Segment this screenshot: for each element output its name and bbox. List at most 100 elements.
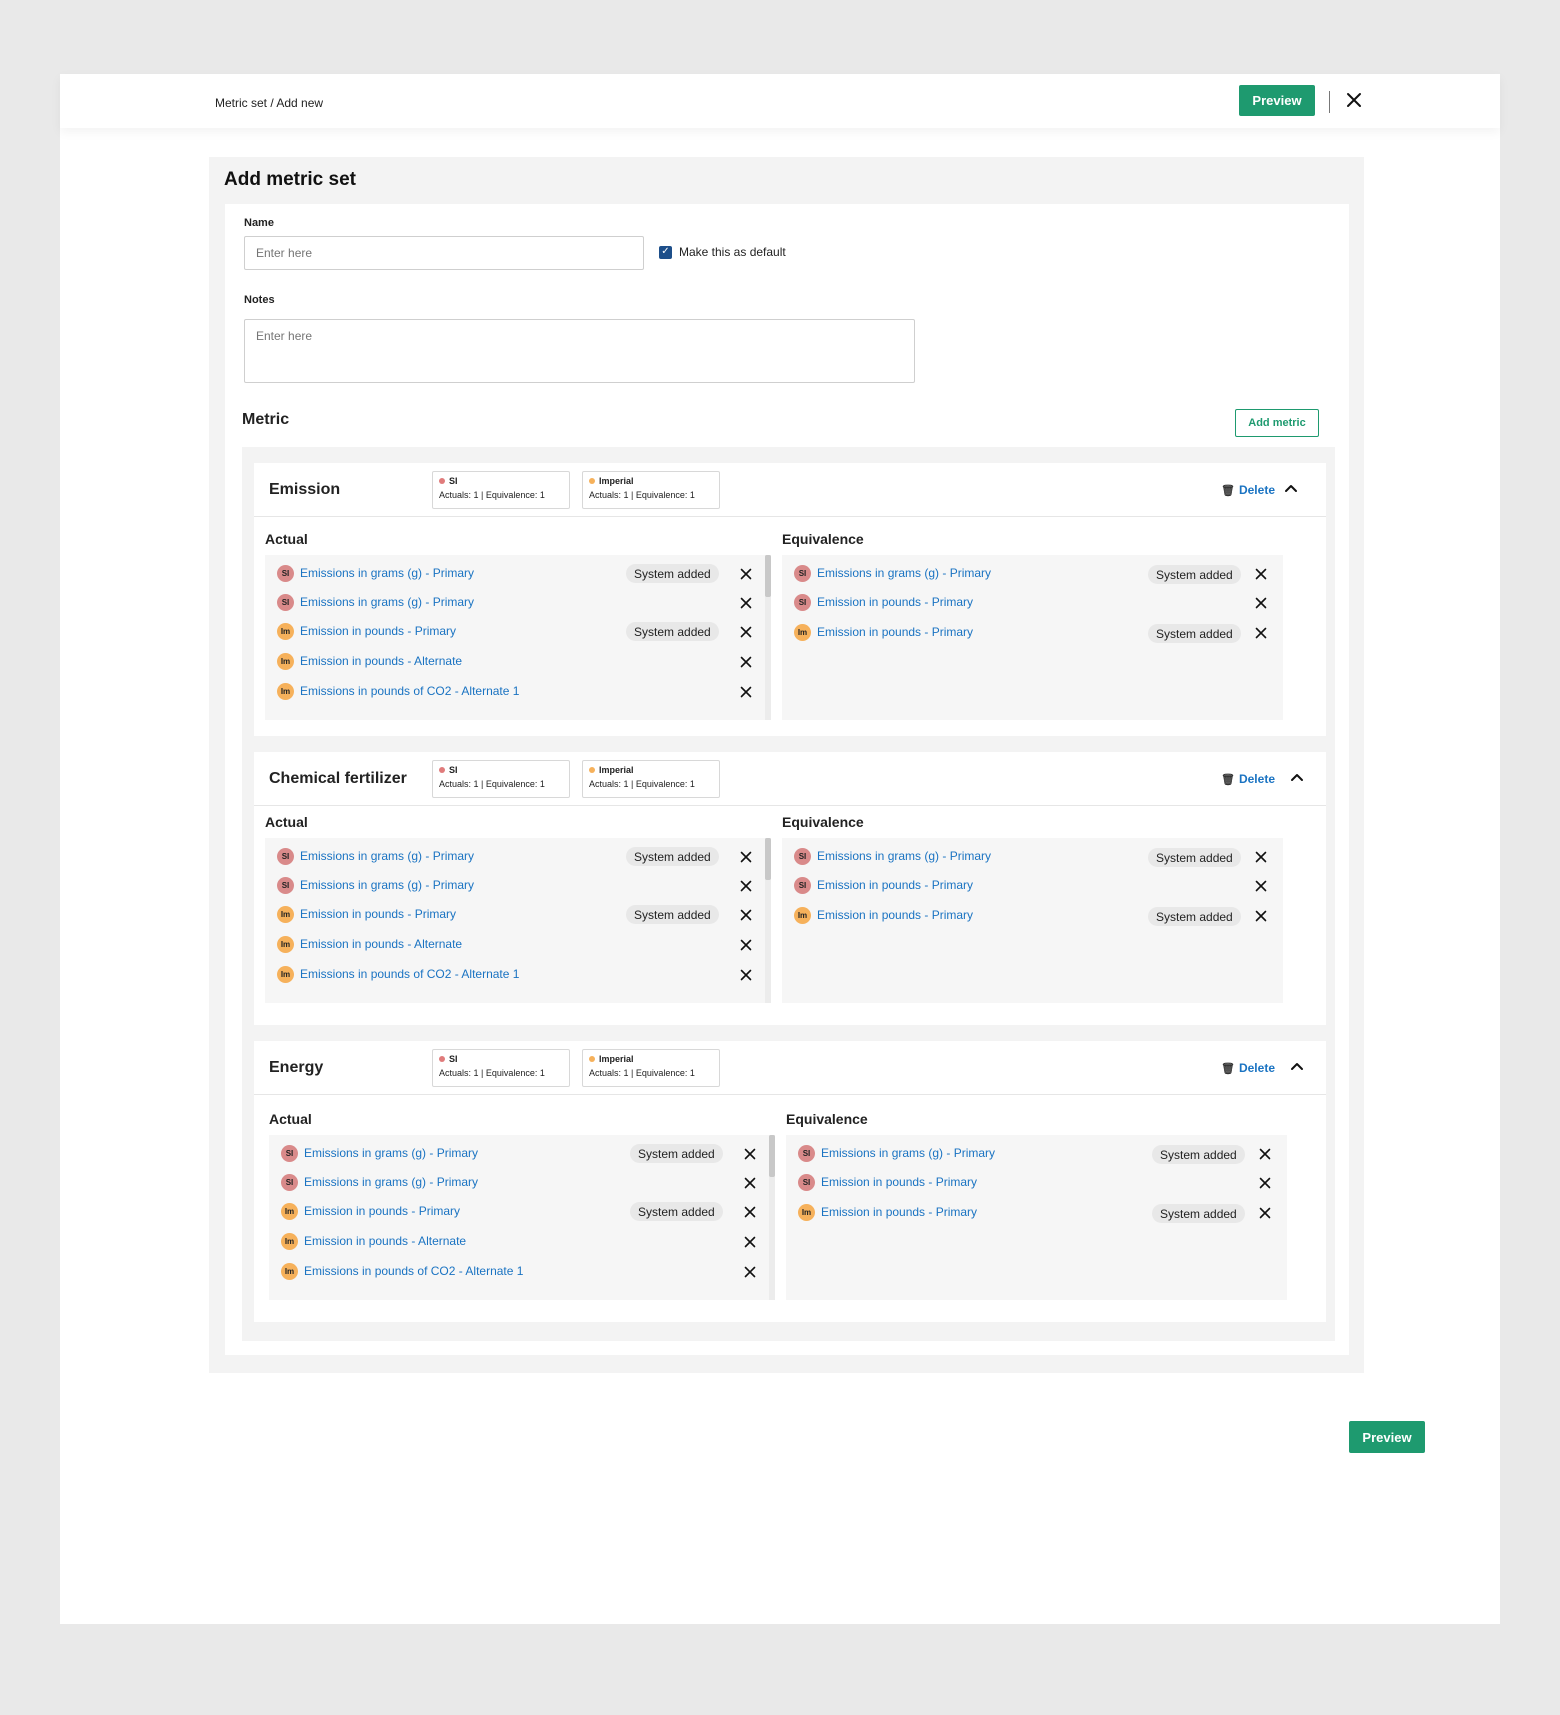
unit-name-row: SI — [439, 765, 563, 775]
remove-item-icon[interactable] — [1253, 908, 1269, 924]
metric-list-item[interactable]: SI Emissions in grams (g) - Primary — [281, 1142, 478, 1164]
metric-item-label[interactable]: Emission in pounds - Alternate — [304, 1234, 466, 1248]
metric-item-label[interactable]: Emissions in grams (g) - Primary — [817, 566, 991, 580]
unit-badge-icon: Im — [277, 652, 294, 670]
metric-list-item[interactable]: SI Emissions in grams (g) - Primary — [277, 874, 474, 896]
metric-item-label[interactable]: Emissions in grams (g) - Primary — [300, 878, 474, 892]
metric-item-label[interactable]: Emission in pounds - Primary — [821, 1205, 977, 1219]
metric-item-label[interactable]: Emissions in grams (g) - Primary — [300, 849, 474, 863]
metric-group: Energy SI Actuals: 1 | Equivalence: 1 Imper… — [254, 1041, 1326, 1322]
remove-item-icon[interactable] — [1257, 1205, 1273, 1221]
remove-item-icon[interactable] — [742, 1234, 758, 1250]
metric-item-label[interactable]: Emission in pounds - Primary — [300, 624, 456, 638]
metric-list-item[interactable]: Im Emission in pounds - Primary — [277, 620, 456, 642]
remove-item-icon[interactable] — [1253, 625, 1269, 641]
preview-button[interactable]: Preview — [1239, 85, 1315, 116]
remove-item-icon[interactable] — [1253, 566, 1269, 582]
metric-list-item[interactable]: SI Emission in pounds - Primary — [798, 1171, 977, 1193]
metric-item-label[interactable]: Emission in pounds - Primary — [817, 908, 973, 922]
metric-list-item[interactable]: SI Emissions in grams (g) - Primary — [277, 845, 474, 867]
metric-item-label[interactable]: Emissions in pounds of CO2 - Alternate 1 — [300, 967, 519, 981]
metric-list-item[interactable]: Im Emission in pounds - Primary — [277, 903, 456, 925]
chevron-up-icon[interactable] — [1288, 1057, 1306, 1075]
metric-list-item[interactable]: Im Emission in pounds - Alternate — [277, 933, 462, 955]
remove-item-icon[interactable] — [738, 595, 754, 611]
metric-item-label[interactable]: Emissions in grams (g) - Primary — [304, 1175, 478, 1189]
chevron-up-icon[interactable] — [1282, 479, 1300, 497]
name-input[interactable] — [244, 236, 644, 270]
metric-item-label[interactable]: Emissions in pounds of CO2 - Alternate 1 — [300, 684, 519, 698]
bottom-preview-button[interactable]: Preview — [1349, 1421, 1425, 1453]
metric-list-item[interactable]: SI Emissions in grams (g) - Primary — [798, 1142, 995, 1164]
metric-item-label[interactable]: Emissions in grams (g) - Primary — [817, 849, 991, 863]
metric-list-item[interactable]: Im Emissions in pounds of CO2 - Alternate… — [277, 680, 519, 702]
metric-item-label[interactable]: Emissions in pounds of CO2 - Alternate 1 — [304, 1264, 523, 1278]
delete-group-button[interactable]: 🗑 Delete — [1221, 1061, 1275, 1075]
delete-group-button[interactable]: 🗑 Delete — [1221, 483, 1275, 497]
remove-item-icon[interactable] — [742, 1175, 758, 1191]
metric-item-label[interactable]: Emissions in grams (g) - Primary — [300, 595, 474, 609]
unit-name-row: SI — [439, 476, 563, 486]
metric-list-item[interactable]: Im Emissions in pounds of CO2 - Alternate… — [281, 1260, 523, 1282]
metric-item-label[interactable]: Emission in pounds - Alternate — [300, 937, 462, 951]
remove-item-icon[interactable] — [1257, 1146, 1273, 1162]
metric-list-item[interactable]: Im Emission in pounds - Primary — [794, 621, 973, 643]
remove-item-icon[interactable] — [1253, 595, 1269, 611]
remove-item-icon[interactable] — [1253, 878, 1269, 894]
metric-list-item[interactable]: SI Emission in pounds - Primary — [794, 591, 973, 613]
metric-list-item[interactable]: SI Emissions in grams (g) - Primary — [277, 562, 474, 584]
metric-item-label[interactable]: Emission in pounds - Primary — [817, 595, 973, 609]
metric-list-item[interactable]: Im Emission in pounds - Primary — [281, 1200, 460, 1222]
metric-item-label[interactable]: Emission in pounds - Primary — [300, 907, 456, 921]
default-checkbox[interactable]: ✓ — [659, 245, 672, 259]
notes-input[interactable] — [244, 319, 915, 383]
default-checkbox-wrap[interactable]: ✓ Make this as default — [659, 245, 786, 259]
remove-item-icon[interactable] — [738, 967, 754, 983]
chevron-up-icon[interactable] — [1288, 768, 1306, 786]
metric-list-item[interactable]: Im Emission in pounds - Primary — [794, 904, 973, 926]
metric-list-item[interactable]: Im Emission in pounds - Alternate — [277, 650, 462, 672]
remove-item-icon[interactable] — [1257, 1175, 1273, 1191]
remove-item-icon[interactable] — [738, 878, 754, 894]
metric-list-item[interactable]: SI Emissions in grams (g) - Primary — [794, 562, 991, 584]
system-added-tag: System added — [626, 905, 719, 924]
remove-item-icon[interactable] — [738, 849, 754, 865]
metric-list-item[interactable]: Im Emission in pounds - Alternate — [281, 1230, 466, 1252]
system-added-tag: System added — [630, 1202, 723, 1221]
scrollbar-thumb[interactable] — [769, 1135, 775, 1177]
metric-item-label[interactable]: Emissions in grams (g) - Primary — [304, 1146, 478, 1160]
metric-list-item[interactable]: SI Emissions in grams (g) - Primary — [794, 845, 991, 867]
remove-item-icon[interactable] — [742, 1264, 758, 1280]
remove-item-icon[interactable] — [742, 1146, 758, 1162]
remove-item-icon[interactable] — [738, 624, 754, 640]
metric-list-item[interactable]: Im Emission in pounds - Primary — [798, 1201, 977, 1223]
close-icon[interactable] — [1341, 87, 1367, 113]
scrollbar-thumb[interactable] — [765, 555, 771, 597]
metric-item-label[interactable]: Emission in pounds - Primary — [821, 1175, 977, 1189]
metric-item-label[interactable]: Emission in pounds - Primary — [304, 1204, 460, 1218]
metric-item-label[interactable]: Emissions in grams (g) - Primary — [821, 1146, 995, 1160]
metric-list-item[interactable]: SI Emission in pounds - Primary — [794, 874, 973, 896]
metric-item-label[interactable]: Emission in pounds - Primary — [817, 625, 973, 639]
remove-item-icon[interactable] — [742, 1204, 758, 1220]
metric-list-item[interactable]: Im Emissions in pounds of CO2 - Alternate… — [277, 963, 519, 985]
unit-dot-icon — [439, 1056, 445, 1062]
remove-item-icon[interactable] — [738, 654, 754, 670]
remove-item-icon[interactable] — [738, 684, 754, 700]
actual-list-scrollbar[interactable] — [765, 555, 771, 720]
remove-item-icon[interactable] — [738, 937, 754, 953]
actual-list-scrollbar[interactable] — [769, 1135, 775, 1300]
metric-item-label[interactable]: Emissions in grams (g) - Primary — [300, 566, 474, 580]
metric-list-item[interactable]: SI Emissions in grams (g) - Primary — [281, 1171, 478, 1193]
remove-item-icon[interactable] — [738, 907, 754, 923]
add-metric-button[interactable]: Add metric — [1235, 409, 1319, 437]
unit-dot-icon — [439, 767, 445, 773]
metric-item-label[interactable]: Emission in pounds - Alternate — [300, 654, 462, 668]
metric-item-label[interactable]: Emission in pounds - Primary — [817, 878, 973, 892]
actual-list-scrollbar[interactable] — [765, 838, 771, 1003]
scrollbar-thumb[interactable] — [765, 838, 771, 880]
metric-list-item[interactable]: SI Emissions in grams (g) - Primary — [277, 591, 474, 613]
remove-item-icon[interactable] — [738, 566, 754, 582]
remove-item-icon[interactable] — [1253, 849, 1269, 865]
delete-group-button[interactable]: 🗑 Delete — [1221, 772, 1275, 786]
